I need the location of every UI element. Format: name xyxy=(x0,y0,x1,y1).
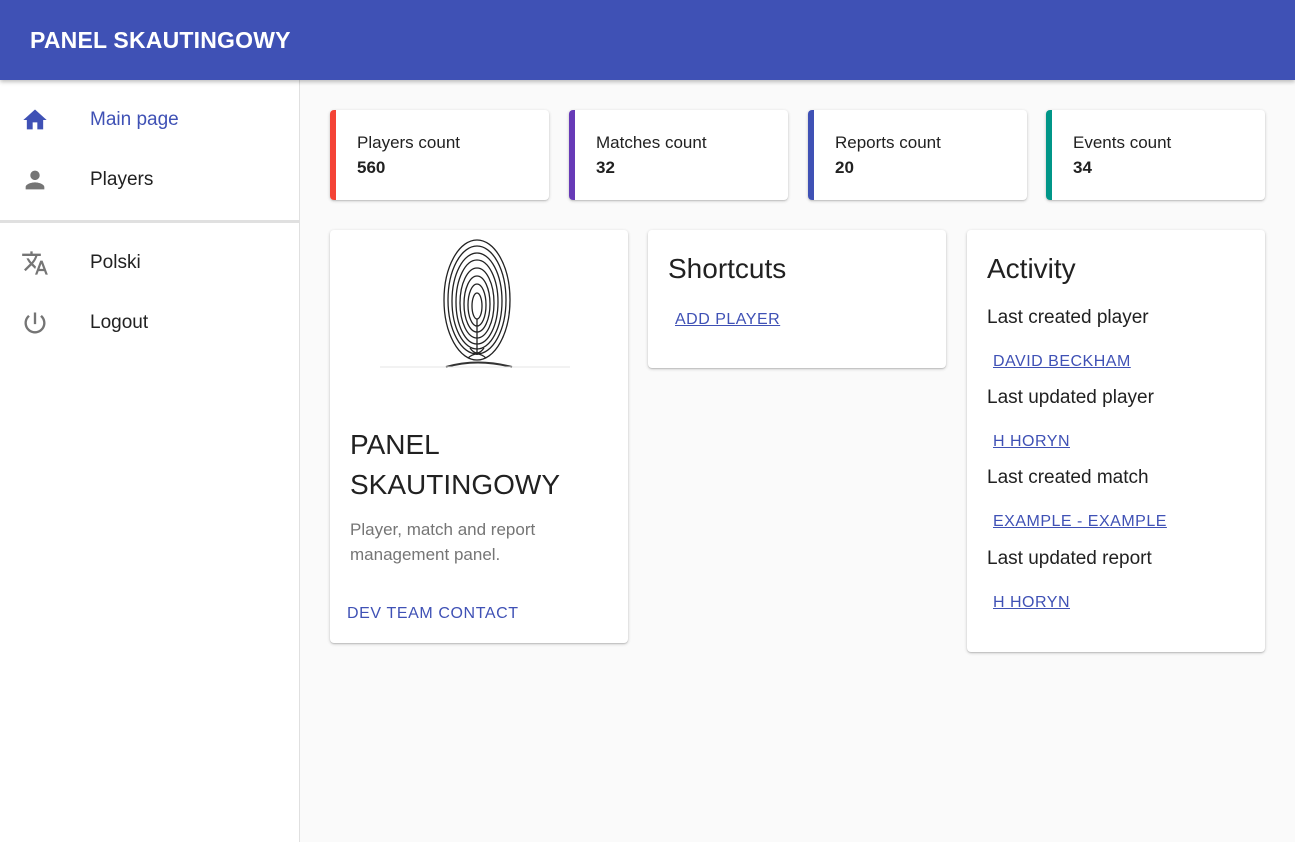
stat-accent xyxy=(569,110,575,200)
panel-title: PANEL SKAUTINGOWY xyxy=(350,429,561,500)
last-updated-player-link[interactable]: H HORYN xyxy=(993,433,1070,451)
activity-label: Last created match xyxy=(987,467,1149,488)
last-created-player-link[interactable]: DAVID BECKHAM xyxy=(993,353,1131,371)
sidebar-item-logout[interactable]: Logout xyxy=(0,293,299,353)
stat-label: Reports count xyxy=(835,133,941,152)
panel-description: Player, match and report management pane… xyxy=(350,520,536,564)
stat-card-reports: Reports count 20 xyxy=(808,110,1027,200)
last-created-match-link[interactable]: EXAMPLE - EXAMPLE xyxy=(993,513,1167,531)
stat-label: Events count xyxy=(1073,133,1172,152)
sidebar-item-label: Main page xyxy=(90,109,179,130)
stat-accent xyxy=(1046,110,1052,200)
stat-value: 32 xyxy=(596,158,615,177)
shortcuts-title: Shortcuts xyxy=(668,253,787,284)
stat-card-events: Events count 34 xyxy=(1046,110,1265,200)
power-icon xyxy=(21,309,49,337)
sidebar-divider xyxy=(0,220,299,223)
dev-team-contact-button[interactable]: DEV TEAM CONTACT xyxy=(347,605,519,623)
home-icon xyxy=(21,106,49,134)
sidebar-item-main-page[interactable]: Main page xyxy=(0,90,299,150)
shortcuts-card: Shortcuts ADD PLAYER xyxy=(648,230,946,368)
last-updated-report-link[interactable]: H HORYN xyxy=(993,594,1070,612)
sidebar-item-players[interactable]: Players xyxy=(0,150,299,210)
sidebar-item-language[interactable]: Polski xyxy=(0,233,299,293)
stat-label: Players count xyxy=(357,133,460,152)
stat-value: 34 xyxy=(1073,158,1092,177)
fingerprint-icon xyxy=(330,230,628,390)
sidebar-item-label: Players xyxy=(90,169,154,190)
translate-icon xyxy=(21,249,49,277)
sidebar-item-label: Polski xyxy=(90,252,141,273)
info-card: PANEL SKAUTINGOWY Player, match and repo… xyxy=(330,230,628,643)
stat-card-matches: Matches count 32 xyxy=(569,110,788,200)
activity-label: Last updated player xyxy=(987,387,1154,408)
stat-accent xyxy=(330,110,336,200)
sidebar-item-label: Logout xyxy=(90,312,149,333)
add-player-link[interactable]: ADD PLAYER xyxy=(675,311,780,329)
person-icon xyxy=(21,166,49,194)
stat-value: 560 xyxy=(357,158,386,177)
stat-card-players: Players count 560 xyxy=(330,110,549,200)
activity-title: Activity xyxy=(987,253,1076,284)
app-title: PANEL SKAUTINGOWY xyxy=(30,26,291,53)
stat-value: 20 xyxy=(835,158,854,177)
activity-label: Last updated report xyxy=(987,548,1152,569)
activity-card: Activity Last created player DAVID BECKH… xyxy=(967,230,1265,652)
stat-accent xyxy=(808,110,814,200)
stat-label: Matches count xyxy=(596,133,707,152)
app-bar: PANEL SKAUTINGOWY xyxy=(0,0,1295,80)
sidebar: Main page Players Polski Logout xyxy=(0,80,300,842)
activity-label: Last created player xyxy=(987,307,1149,328)
